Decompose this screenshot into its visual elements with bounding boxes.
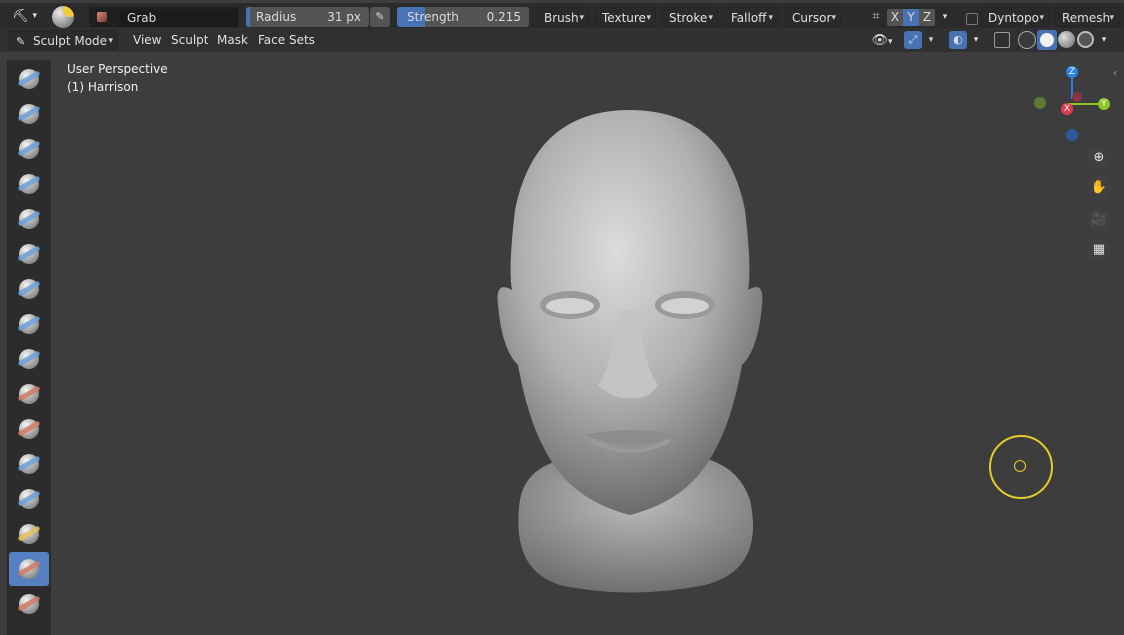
tool-draw-sharp[interactable]: [9, 97, 49, 131]
fill-brush-icon: [19, 419, 39, 439]
blob-brush-icon: [19, 279, 39, 299]
tool-inflate[interactable]: [9, 237, 49, 271]
radius-field[interactable]: Radius 31 px: [246, 7, 369, 27]
gizmo-y-axis[interactable]: Y: [1098, 98, 1110, 110]
tool-icon: ⛏: [12, 9, 29, 24]
radius-value: 31 px: [327, 10, 361, 24]
grab-brush-icon: [19, 524, 39, 544]
gizmo-neg-x-axis[interactable]: [1072, 92, 1082, 102]
sidebar-collapse-icon[interactable]: ‹: [1113, 68, 1117, 79]
dyntopo-menu[interactable]: Dyntopo ▾: [981, 7, 1049, 27]
gizmo-z-axis[interactable]: Z: [1066, 66, 1078, 78]
mode-label: Sculpt Mode: [33, 34, 108, 48]
strength-value: 0.215: [486, 10, 521, 24]
mode-selector[interactable]: ✎ Sculpt Mode ▾: [9, 30, 118, 50]
cursor-menu[interactable]: Cursor ▾: [785, 7, 841, 27]
mirror-y-toggle[interactable]: Y: [903, 9, 919, 26]
sculpt-mode-icon: ✎: [16, 35, 26, 48]
visibility-icon[interactable]: 👁▾: [868, 31, 896, 50]
tool-blob[interactable]: [9, 272, 49, 306]
material-shading-icon[interactable]: [1058, 31, 1075, 48]
crease-brush-icon: [19, 314, 39, 334]
brush-datablock-icon: [97, 12, 107, 22]
gizmo-dropdown[interactable]: ▾: [924, 31, 938, 49]
tool-grab[interactable]: [9, 517, 49, 551]
mirror-x-toggle[interactable]: X: [887, 9, 903, 26]
tool-draw[interactable]: [9, 62, 49, 96]
shading-dropdown[interactable]: ▾: [1097, 31, 1111, 49]
pan-hand-icon[interactable]: ✋: [1087, 176, 1111, 200]
tool-fill[interactable]: [9, 412, 49, 446]
gizmo-toggle-icon[interactable]: ⤢: [904, 31, 922, 49]
tool-smooth[interactable]: [9, 342, 49, 376]
radius-label: Radius: [256, 10, 297, 24]
dyntopo-checkbox[interactable]: [966, 13, 978, 25]
camera-view-icon[interactable]: 🎥: [1087, 208, 1111, 232]
strength-slider[interactable]: Strength 0.215: [397, 7, 529, 27]
gizmo-neg-y-axis[interactable]: [1034, 97, 1046, 109]
symmetry-icon[interactable]: ⌗: [866, 7, 886, 27]
falloff-menu[interactable]: Falloff ▾: [724, 7, 778, 27]
xray-toggle-icon[interactable]: [994, 32, 1010, 48]
flatten-brush-icon: [19, 384, 39, 404]
remesh-menu[interactable]: Remesh ▾: [1055, 7, 1119, 27]
smooth-brush-icon: [19, 349, 39, 369]
overlays-dropdown[interactable]: ▾: [969, 31, 983, 49]
perspective-toggle-icon[interactable]: ▦: [1087, 238, 1111, 262]
thumb-brush-icon: [19, 594, 39, 614]
brush-cursor-center: [1014, 460, 1026, 472]
navigation-gizmo[interactable]: Z Y X: [1030, 62, 1118, 144]
tool-thumb[interactable]: [9, 587, 49, 621]
view-menu[interactable]: View: [127, 30, 168, 50]
tool-settings-header: ⛏ ▾ Grab Radius 31 px ✎ Strength 0.215 B…: [0, 3, 1124, 29]
scrape-brush-icon: [19, 454, 39, 474]
inflate-brush-icon: [19, 244, 39, 264]
draw-brush-icon: [19, 69, 39, 89]
gizmo-neg-z-axis[interactable]: [1066, 129, 1078, 141]
viewport-header: ✎ Sculpt Mode ▾ View Sculpt Mask Face Se…: [0, 28, 1124, 52]
draw-sharp-brush-icon: [19, 104, 39, 124]
mask-menu[interactable]: Mask: [211, 30, 254, 50]
face-sets-menu[interactable]: Face Sets: [252, 30, 321, 50]
wireframe-shading-icon[interactable]: [1018, 31, 1036, 49]
zoom-icon[interactable]: ⊕: [1087, 146, 1111, 170]
tool-crease[interactable]: [9, 307, 49, 341]
brush-menu[interactable]: Brush ▾: [537, 7, 589, 27]
mirror-z-toggle[interactable]: Z: [919, 9, 935, 26]
strength-label: Strength: [407, 10, 459, 24]
symmetry-dropdown[interactable]: ▾: [938, 9, 952, 26]
tool-scrape[interactable]: [9, 447, 49, 481]
sculpt-head-model[interactable]: [480, 100, 780, 600]
tool-flatten[interactable]: [9, 377, 49, 411]
stroke-menu[interactable]: Stroke ▾: [662, 7, 718, 27]
pinch-brush-icon: [19, 489, 39, 509]
viewport-perspective-label: User Perspective: [67, 62, 168, 76]
tool-pinch[interactable]: [9, 482, 49, 516]
overlays-toggle-icon[interactable]: ◐: [949, 31, 967, 49]
tool-layer[interactable]: [9, 202, 49, 236]
pressure-radius-icon[interactable]: ✎: [370, 7, 390, 27]
tool-clay[interactable]: [9, 132, 49, 166]
gizmo-x-axis[interactable]: X: [1061, 103, 1073, 115]
brush-selector[interactable]: Grab: [89, 7, 239, 27]
tool-snake-hook[interactable]: [9, 552, 49, 586]
layer-brush-icon: [19, 209, 39, 229]
clay-brush-icon: [19, 139, 39, 159]
texture-menu[interactable]: Texture ▾: [595, 7, 656, 27]
snake-hook-brush-icon: [19, 559, 39, 579]
solid-shading-icon[interactable]: [1037, 30, 1057, 50]
tool-clay-strips[interactable]: [9, 167, 49, 201]
brush-name[interactable]: Grab: [119, 10, 237, 27]
sculpt-menu[interactable]: Sculpt: [165, 30, 215, 50]
editor-type-button[interactable]: ⛏ ▾: [6, 6, 40, 26]
clay-strips-brush-icon: [19, 174, 39, 194]
active-object-label: (1) Harrison: [67, 80, 139, 94]
brush-preview-icon[interactable]: [52, 6, 74, 28]
rendered-shading-icon[interactable]: [1077, 31, 1094, 48]
